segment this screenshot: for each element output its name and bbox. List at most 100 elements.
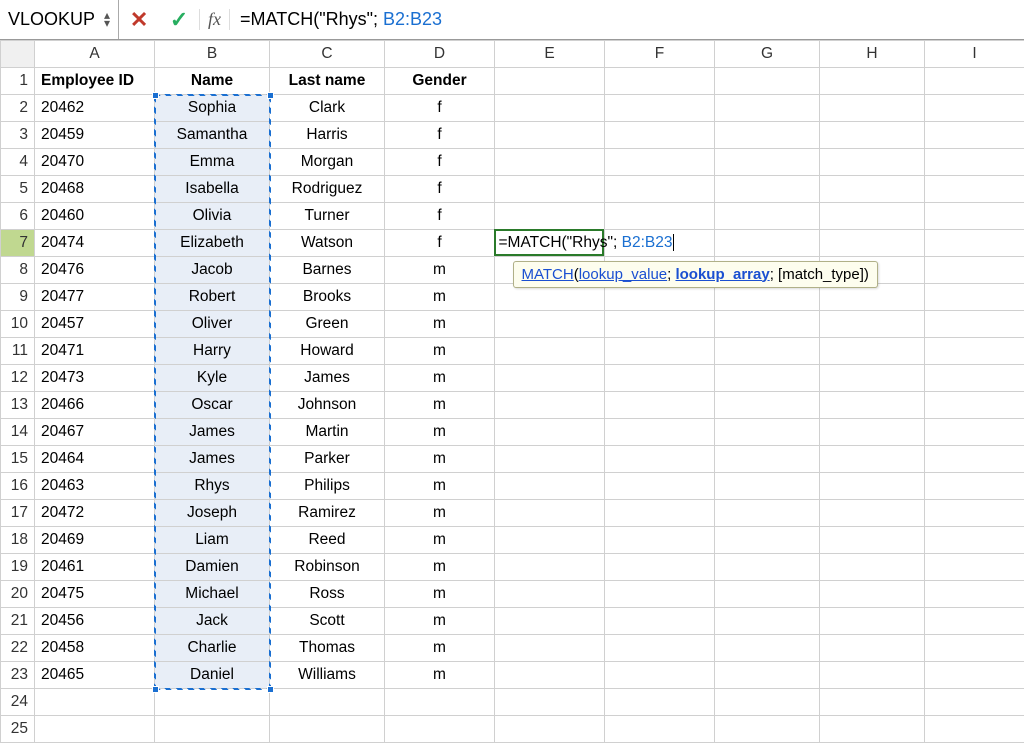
cell-F21[interactable] [605,608,715,635]
cell-A15[interactable]: 20464 [35,446,155,473]
cell-H20[interactable] [820,581,925,608]
cell-H10[interactable] [820,311,925,338]
column-header-B[interactable]: B [155,41,270,68]
cell-A12[interactable]: 20473 [35,365,155,392]
cell-A11[interactable]: 20471 [35,338,155,365]
cell-C5[interactable]: Rodriguez [270,176,385,203]
cell-B23[interactable]: Daniel [155,662,270,689]
cell-D11[interactable]: m [385,338,495,365]
cell-B16[interactable]: Rhys [155,473,270,500]
cell-B9[interactable]: Robert [155,284,270,311]
cell-D2[interactable]: f [385,95,495,122]
cell-I17[interactable] [925,500,1024,527]
cell-B10[interactable]: Oliver [155,311,270,338]
cell-B19[interactable]: Damien [155,554,270,581]
cell-F7[interactable] [605,230,715,257]
cell-G6[interactable] [715,203,820,230]
row-header[interactable]: 6 [1,203,35,230]
row-header[interactable]: 9 [1,284,35,311]
cell-F17[interactable] [605,500,715,527]
row-header[interactable]: 19 [1,554,35,581]
cell-D7[interactable]: f [385,230,495,257]
cell-G19[interactable] [715,554,820,581]
column-header-G[interactable]: G [715,41,820,68]
cell-H11[interactable] [820,338,925,365]
cell-G12[interactable] [715,365,820,392]
cell-E15[interactable] [495,446,605,473]
cell-I7[interactable] [925,230,1024,257]
cell-E2[interactable] [495,95,605,122]
cancel-icon[interactable]: ✕ [119,7,159,33]
cell-C17[interactable]: Ramirez [270,500,385,527]
cell-C6[interactable]: Turner [270,203,385,230]
column-header-I[interactable]: I [925,41,1024,68]
cell-E5[interactable] [495,176,605,203]
cell-C1[interactable]: Last name [270,68,385,95]
cell-G14[interactable] [715,419,820,446]
cell-E17[interactable] [495,500,605,527]
cell-I25[interactable] [925,716,1024,743]
cell-F14[interactable] [605,419,715,446]
cell-B2[interactable]: Sophia [155,95,270,122]
row-header[interactable]: 16 [1,473,35,500]
cell-H18[interactable] [820,527,925,554]
cell-D19[interactable]: m [385,554,495,581]
cell-H14[interactable] [820,419,925,446]
cell-I16[interactable] [925,473,1024,500]
cell-F24[interactable] [605,689,715,716]
cell-F12[interactable] [605,365,715,392]
cell-H13[interactable] [820,392,925,419]
cell-I19[interactable] [925,554,1024,581]
row-header[interactable]: 10 [1,311,35,338]
cell-D20[interactable]: m [385,581,495,608]
cell-C8[interactable]: Barnes [270,257,385,284]
cell-D18[interactable]: m [385,527,495,554]
cell-I5[interactable] [925,176,1024,203]
cell-I14[interactable] [925,419,1024,446]
cell-F3[interactable] [605,122,715,149]
cell-G24[interactable] [715,689,820,716]
cell-H2[interactable] [820,95,925,122]
cell-H1[interactable] [820,68,925,95]
cell-C2[interactable]: Clark [270,95,385,122]
row-header[interactable]: 2 [1,95,35,122]
cell-D9[interactable]: m [385,284,495,311]
cell-B12[interactable]: Kyle [155,365,270,392]
cell-F6[interactable] [605,203,715,230]
column-header-F[interactable]: F [605,41,715,68]
cell-D4[interactable]: f [385,149,495,176]
cell-D24[interactable] [385,689,495,716]
cell-H4[interactable] [820,149,925,176]
column-header-A[interactable]: A [35,41,155,68]
cell-I6[interactable] [925,203,1024,230]
cell-B15[interactable]: James [155,446,270,473]
row-header[interactable]: 3 [1,122,35,149]
cell-C12[interactable]: James [270,365,385,392]
cell-B5[interactable]: Isabella [155,176,270,203]
cell-I22[interactable] [925,635,1024,662]
cell-C19[interactable]: Robinson [270,554,385,581]
cell-I2[interactable] [925,95,1024,122]
cell-B1[interactable]: Name [155,68,270,95]
tooltip-arg[interactable]: lookup_value [579,266,667,283]
cell-D25[interactable] [385,716,495,743]
name-box-stepper[interactable]: ▴ ▾ [104,12,110,26]
cell-D22[interactable]: m [385,635,495,662]
cell-G10[interactable] [715,311,820,338]
row-header[interactable]: 11 [1,338,35,365]
cell-I11[interactable] [925,338,1024,365]
cell-G22[interactable] [715,635,820,662]
row-header[interactable]: 25 [1,716,35,743]
cell-C20[interactable]: Ross [270,581,385,608]
cell-H7[interactable] [820,230,925,257]
cell-I4[interactable] [925,149,1024,176]
cell-F19[interactable] [605,554,715,581]
cell-I13[interactable] [925,392,1024,419]
select-all-corner[interactable] [1,41,35,68]
cell-H6[interactable] [820,203,925,230]
cell-H25[interactable] [820,716,925,743]
cell-H9[interactable] [820,284,925,311]
cell-B17[interactable]: Joseph [155,500,270,527]
cell-A20[interactable]: 20475 [35,581,155,608]
cell-B24[interactable] [155,689,270,716]
